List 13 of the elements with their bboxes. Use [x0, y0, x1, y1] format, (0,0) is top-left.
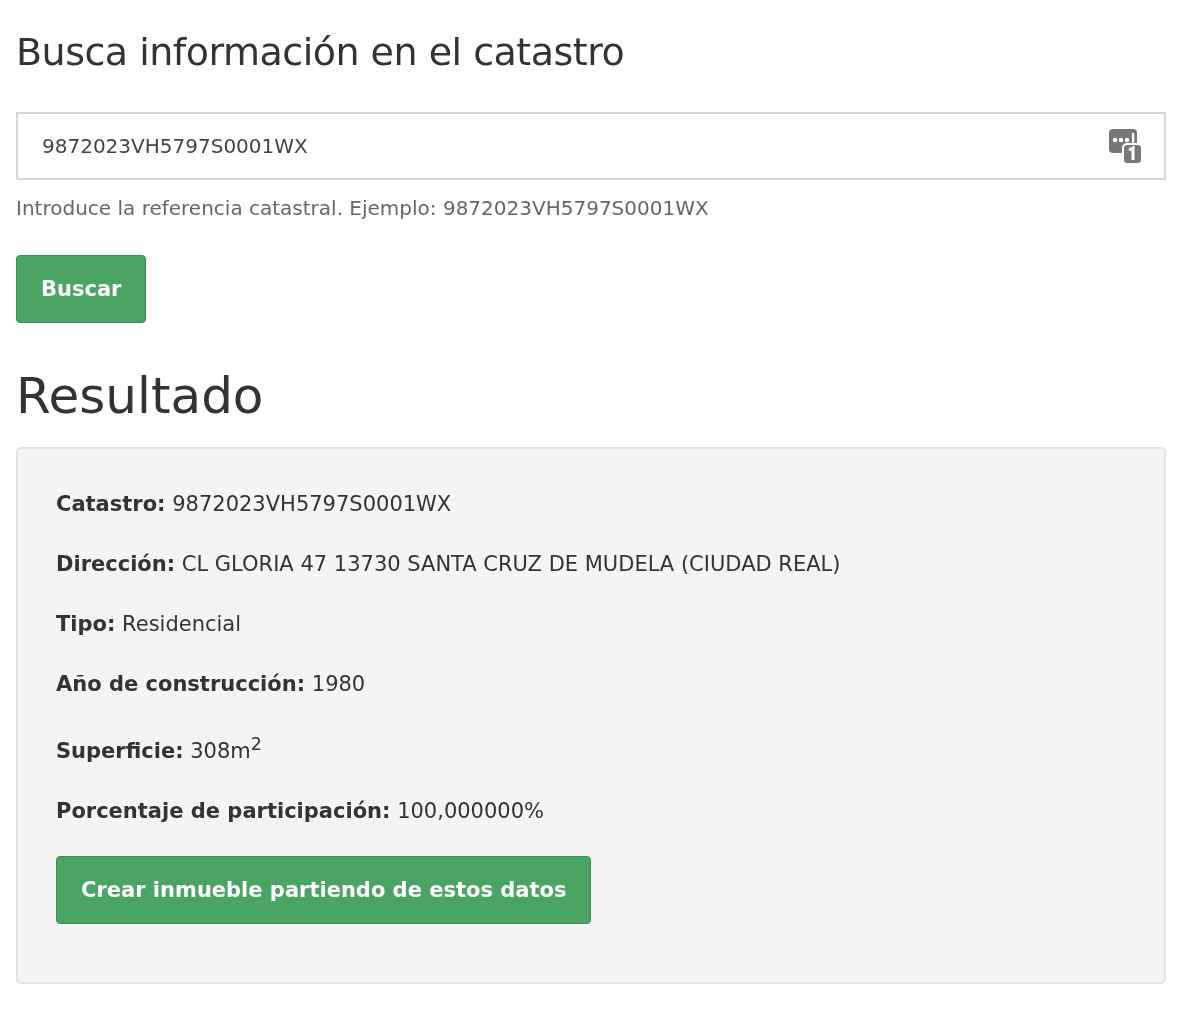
password-icon[interactable] — [1109, 129, 1142, 164]
result-field: Tipo: Residencial — [56, 609, 1126, 639]
page-title: Busca información en el catastro — [16, 29, 626, 76]
result-heading: Resultado — [16, 366, 265, 427]
create-property-button[interactable]: Crear inmueble partiendo de estos datos — [56, 856, 592, 924]
result-field: Catastro: 9872023VH5797S0001WX — [56, 489, 1126, 519]
help-text: Introduce la referencia catastral. Ejemplo: 9872023VH5797S0001WX — [16, 196, 710, 220]
result-field: Porcentaje de participación: 100,000000% — [56, 796, 1126, 826]
search-button[interactable]: Buscar — [16, 255, 147, 323]
result-field: Dirección: CL GLORIA 47 13730 SANTA CRUZ DE MUDELA (CIUDAD REAL) — [56, 549, 1126, 579]
result-field: Año de construcción: 1980 — [56, 669, 1126, 699]
search-field[interactable]: 9872023VH5797S0001WX — [16, 112, 1166, 180]
result-field: Superficie: 308m$^{2}$ — [56, 729, 1126, 766]
